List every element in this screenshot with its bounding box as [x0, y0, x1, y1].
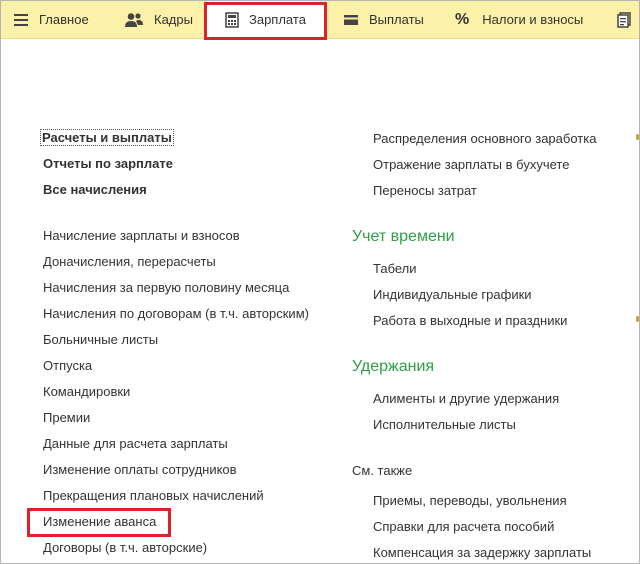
- tab-label: Зарплата: [249, 12, 306, 27]
- tab-label: Выплаты: [369, 12, 424, 27]
- link-first-half-accruals[interactable]: Начисления за первую половину месяца: [43, 280, 289, 295]
- link-advance-change[interactable]: Изменение аванса: [43, 514, 156, 529]
- section-title-deductions: Удержания: [352, 358, 435, 375]
- link-salary-reports[interactable]: Отчеты по зарплате: [43, 156, 173, 171]
- people-icon: [124, 12, 144, 28]
- tab-reports[interactable]: [617, 1, 640, 38]
- see-also-heading: См. также: [352, 463, 413, 478]
- link-delay-compensation[interactable]: Компенсация за задержку зарплаты: [373, 545, 591, 560]
- link-timesheets[interactable]: Табели: [373, 261, 417, 276]
- link-accrual-salary[interactable]: Начисление зарплаты и взносов: [43, 228, 240, 243]
- tab-label: Кадры: [154, 12, 193, 27]
- wallet-icon: [343, 14, 359, 26]
- edge-marker: [636, 134, 639, 140]
- link-writs[interactable]: Исполнительные листы: [373, 417, 516, 432]
- tab-taxes[interactable]: % Налоги и взносы: [455, 1, 583, 38]
- percent-icon: %: [455, 10, 470, 28]
- link-sick-leaves[interactable]: Больничные листы: [43, 332, 158, 347]
- link-contracts[interactable]: Договоры (в т.ч. авторские): [43, 540, 207, 555]
- document-icon: [617, 11, 631, 28]
- link-alimony[interactable]: Алименты и другие удержания: [373, 391, 559, 406]
- tab-personnel[interactable]: Кадры: [124, 1, 193, 38]
- link-weekend-work[interactable]: Работа в выходные и праздники: [373, 313, 567, 328]
- section-title-time-tracking: Учет времени: [352, 228, 455, 245]
- link-vacations[interactable]: Отпуска: [43, 358, 92, 373]
- link-salary-distribution[interactable]: Распределения основного заработка: [373, 131, 596, 146]
- link-stop-planned-accruals[interactable]: Прекращения плановых начислений: [43, 488, 264, 503]
- tab-label: Налоги и взносы: [482, 12, 584, 27]
- tab-salary[interactable]: Зарплата: [207, 1, 325, 38]
- tab-main[interactable]: Главное: [13, 1, 89, 38]
- link-hiring-transfers[interactable]: Приемы, переводы, увольнения: [373, 493, 567, 508]
- edge-marker: [636, 316, 639, 322]
- link-calculations-payments[interactable]: Расчеты и выплаты: [40, 129, 174, 146]
- link-all-accruals[interactable]: Все начисления: [43, 182, 147, 197]
- link-benefit-certificates[interactable]: Справки для расчета пособий: [373, 519, 554, 534]
- link-additional-accruals[interactable]: Доначисления, перерасчеты: [43, 254, 216, 269]
- link-salary-accounting[interactable]: Отражение зарплаты в бухучете: [373, 157, 569, 172]
- window-frame: Главное Кадры Зарплата Выплаты % Налоги …: [0, 0, 640, 564]
- link-individual-schedules[interactable]: Индивидуальные графики: [373, 287, 532, 302]
- link-contract-accruals[interactable]: Начисления по договорам (в т.ч. авторски…: [43, 306, 309, 321]
- link-pay-changes[interactable]: Изменение оплаты сотрудников: [43, 462, 237, 477]
- tab-payments[interactable]: Выплаты: [343, 1, 424, 38]
- calculator-icon: [225, 11, 239, 28]
- link-business-trips[interactable]: Командировки: [43, 384, 130, 399]
- focused-link-label: Расчеты и выплаты: [40, 129, 174, 146]
- link-salary-data[interactable]: Данные для расчета зарплаты: [43, 436, 228, 451]
- link-cost-transfers[interactable]: Переносы затрат: [373, 183, 477, 198]
- hamburger-menu-icon: [13, 13, 29, 27]
- tab-label: Главное: [39, 12, 89, 27]
- section-tabs-bar: Главное Кадры Зарплата Выплаты % Налоги …: [1, 1, 639, 39]
- link-bonuses[interactable]: Премии: [43, 410, 90, 425]
